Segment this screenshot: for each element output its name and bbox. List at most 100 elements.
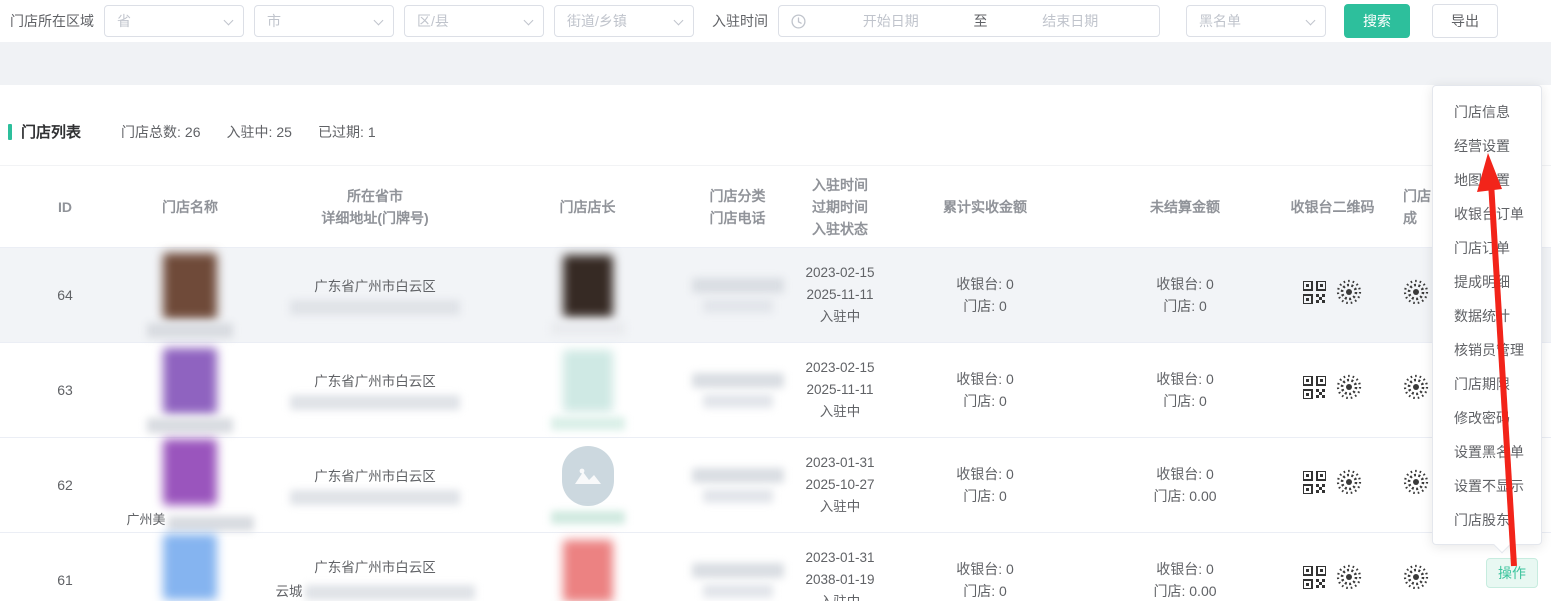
store-address-cell: 广东省广州市白云区 xyxy=(250,371,500,410)
col-unsettled: 未结算金额 xyxy=(1090,196,1280,218)
menu-item-data-statistics[interactable]: 数据统计 xyxy=(1433,299,1541,333)
miniprogram-code-icon[interactable] xyxy=(1403,374,1429,406)
received-store: 门店: 0 xyxy=(963,295,1007,317)
store-phone-redacted xyxy=(703,299,773,313)
date-range-separator: 至 xyxy=(968,11,994,31)
expire-date: 2025-11-11 xyxy=(806,379,873,401)
store-time-status-cell: 2023-02-15 2025-11-11 入驻中 xyxy=(800,262,880,328)
store-class-redacted xyxy=(692,563,784,578)
manager-name-redacted xyxy=(551,511,625,524)
province-select-placeholder: 省 xyxy=(117,11,131,31)
store-time-status-cell: 2023-01-31 2038-01-19 入驻中 xyxy=(800,547,880,601)
menu-item-store-term[interactable]: 门店期限 xyxy=(1433,367,1541,401)
entry-date: 2023-02-15 xyxy=(805,357,874,379)
city-select-placeholder: 市 xyxy=(267,11,281,31)
store-name-redacted xyxy=(147,323,233,338)
entry-date-range-input[interactable]: 开始日期 至 结束日期 xyxy=(778,5,1160,37)
store-time-status-cell: 2023-02-15 2025-11-11 入驻中 xyxy=(800,357,880,423)
manager-avatar xyxy=(563,540,613,601)
table-row: 62 广州美 广东省广州市白云区 2023-01-31 2025-10-27 入… xyxy=(0,438,1551,533)
store-table: ID 门店名称 所在省市详细地址(门牌号) 门店店长 门店分类门店电话 入驻时间… xyxy=(0,165,1551,601)
store-logo xyxy=(163,253,217,319)
chevron-down-icon xyxy=(674,16,684,26)
miniprogram-code-icon[interactable] xyxy=(1336,469,1362,501)
menu-item-change-password[interactable]: 修改密码 xyxy=(1433,401,1541,435)
received-amount-cell: 收银台: 0 门店: 0 xyxy=(880,463,1090,507)
store-address-fragment: 云城 xyxy=(276,581,303,601)
unsettled-amount-cell: 收银台: 0 门店: 0.00 xyxy=(1090,463,1280,507)
qr-code-icon[interactable] xyxy=(1303,566,1326,595)
street-select[interactable]: 街道/乡镇 xyxy=(554,5,694,37)
store-admin-page: 门店所在区域 省 市 区/县 街道/乡镇 入驻时间 开始日期 至 结束日期 xyxy=(0,0,1551,601)
store-class-phone-cell xyxy=(675,468,800,503)
menu-item-store-info[interactable]: 门店信息 xyxy=(1433,95,1541,129)
menu-item-verifier-management[interactable]: 核销员管理 xyxy=(1433,333,1541,367)
miniprogram-code-icon[interactable] xyxy=(1336,564,1362,596)
miniprogram-code-icon[interactable] xyxy=(1403,564,1429,596)
province-select[interactable]: 省 xyxy=(104,5,244,37)
district-select[interactable]: 区/县 xyxy=(404,5,544,37)
unsettled-store: 门店: 0 xyxy=(1163,390,1207,412)
store-address-redacted xyxy=(290,300,460,315)
store-address-cell: 广东省广州市白云区 xyxy=(250,466,500,505)
menu-item-store-orders[interactable]: 门店订单 xyxy=(1433,231,1541,265)
store-name-cell: 广州美 xyxy=(130,439,250,531)
expire-date: 2025-11-11 xyxy=(806,284,873,306)
store-manager-cell xyxy=(500,255,675,335)
menu-item-set-blacklist[interactable]: 设置黑名单 xyxy=(1433,435,1541,469)
cashier-qr-cell xyxy=(1280,374,1385,406)
blacklist-select[interactable]: 黑名单 xyxy=(1186,5,1326,37)
expire-date: 2038-01-19 xyxy=(805,569,874,591)
end-date-placeholder: 结束日期 xyxy=(994,11,1148,31)
miniprogram-code-icon[interactable] xyxy=(1336,374,1362,406)
table-row: 64 广东省广州市白云区 2023-02-15 2025-11-11 入驻中 收… xyxy=(0,248,1551,343)
store-id: 61 xyxy=(0,569,130,591)
start-date-placeholder: 开始日期 xyxy=(814,11,968,31)
search-button[interactable]: 搜索 xyxy=(1344,4,1410,38)
store-address-cell: 广东省广州市白云区 云城 xyxy=(250,557,500,601)
received-store: 门店: 0 xyxy=(963,485,1007,507)
manager-avatar xyxy=(563,255,613,317)
store-logo xyxy=(163,439,217,505)
received-cashier: 收银台: 0 xyxy=(956,273,1014,295)
menu-item-map-settings[interactable]: 地图设置 xyxy=(1433,163,1541,197)
expire-date: 2025-10-27 xyxy=(805,474,874,496)
chevron-down-icon xyxy=(374,16,384,26)
qr-code-icon[interactable] xyxy=(1303,471,1326,500)
miniprogram-code-icon[interactable] xyxy=(1403,279,1429,311)
miniprogram-code-icon[interactable] xyxy=(1403,469,1429,501)
export-button[interactable]: 导出 xyxy=(1432,4,1498,38)
section-header: 门店列表 门店总数:26 入驻中:25 已过期:1 xyxy=(0,85,1551,142)
miniprogram-code-icon[interactable] xyxy=(1336,279,1362,311)
menu-item-commission-detail[interactable]: 提成明细 xyxy=(1433,265,1541,299)
unsettled-cashier: 收银台: 0 xyxy=(1156,273,1214,295)
chevron-down-icon xyxy=(524,16,534,26)
col-manager: 门店店长 xyxy=(500,196,675,218)
col-region: 所在省市详细地址(门牌号) xyxy=(250,185,500,229)
store-name-redacted xyxy=(168,516,254,531)
menu-item-set-hidden[interactable]: 设置不显示 xyxy=(1433,469,1541,503)
store-phone-redacted xyxy=(703,489,773,503)
menu-item-store-shareholders[interactable]: 门店股东 xyxy=(1433,503,1541,537)
table-row: 63 广东省广州市白云区 2023-02-15 2025-11-11 入驻中 收… xyxy=(0,343,1551,438)
store-class-phone-cell xyxy=(675,563,800,598)
store-phone-redacted xyxy=(703,584,773,598)
cashier-qr-cell xyxy=(1280,564,1385,596)
status-badge: 入驻中 xyxy=(820,306,861,328)
store-stats: 门店总数:26 入驻中:25 已过期:1 xyxy=(121,122,376,142)
store-address-cell: 广东省广州市白云区 xyxy=(250,276,500,315)
qr-code-icon[interactable] xyxy=(1303,376,1326,405)
entry-time-filter-label: 入驻时间 xyxy=(712,11,768,31)
manager-name-redacted xyxy=(551,417,625,430)
menu-item-cashier-orders[interactable]: 收银台订单 xyxy=(1433,197,1541,231)
district-select-placeholder: 区/县 xyxy=(417,11,449,31)
store-class-phone-cell xyxy=(675,278,800,313)
stat-active: 入驻中:25 xyxy=(226,122,291,142)
col-name: 门店名称 xyxy=(130,196,250,218)
entry-date: 2023-01-31 xyxy=(805,452,874,474)
store-id: 62 xyxy=(0,474,130,496)
menu-item-business-settings[interactable]: 经营设置 xyxy=(1433,129,1541,163)
qr-code-icon[interactable] xyxy=(1303,281,1326,310)
row-action-button[interactable]: 操作 xyxy=(1486,558,1538,588)
city-select[interactable]: 市 xyxy=(254,5,394,37)
